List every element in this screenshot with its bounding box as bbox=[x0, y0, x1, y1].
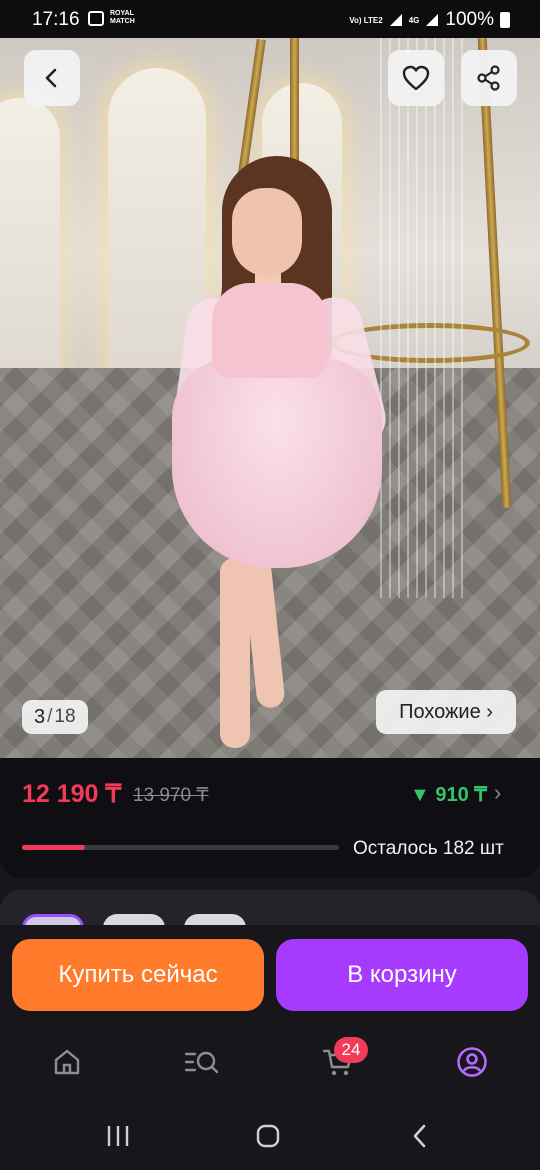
action-bar: Купить сейчас В корзину bbox=[0, 925, 540, 1025]
home-nav-button[interactable] bbox=[238, 1116, 298, 1156]
heart-icon bbox=[402, 65, 430, 91]
recent-apps-icon bbox=[107, 1126, 129, 1146]
image-index: 3 bbox=[34, 705, 46, 728]
tab-catalog[interactable] bbox=[172, 1039, 232, 1085]
back-arrow-icon bbox=[413, 1124, 426, 1148]
add-to-cart-button[interactable]: В корзину bbox=[276, 939, 528, 1011]
chevron-right-icon[interactable]: › bbox=[494, 780, 501, 806]
stock-remaining: Осталось 182 шт bbox=[353, 838, 504, 859]
product-image[interactable]: 3 / 18 Похожие › bbox=[0, 38, 540, 758]
signal-icon-2 bbox=[426, 14, 439, 26]
bottom-tab-bar: 24 bbox=[0, 1025, 540, 1100]
status-time: 17:16 bbox=[32, 9, 80, 30]
model-face bbox=[232, 188, 302, 276]
similar-button[interactable]: Похожие › bbox=[376, 690, 516, 734]
image-counter: 3 / 18 bbox=[22, 700, 88, 734]
profile-icon bbox=[457, 1047, 487, 1077]
system-nav-bar bbox=[0, 1100, 540, 1170]
home-icon bbox=[54, 1049, 80, 1075]
home-circle-icon bbox=[256, 1124, 280, 1148]
tab-profile[interactable] bbox=[442, 1039, 502, 1085]
network-label: Vo) LTE2 bbox=[349, 15, 383, 25]
recent-apps-button[interactable] bbox=[88, 1116, 148, 1156]
current-price: 12 190 ₸ bbox=[22, 780, 122, 808]
battery-percent: 100% bbox=[445, 9, 494, 30]
tab-home[interactable] bbox=[37, 1039, 97, 1085]
background-arch bbox=[0, 98, 60, 408]
notification-app-icon bbox=[88, 11, 104, 26]
stock-progress bbox=[22, 845, 339, 850]
stock-progress-fill bbox=[22, 845, 86, 850]
favorite-button[interactable] bbox=[388, 50, 444, 106]
status-bar: 17:16 ROYAL MATCH Vo) LTE2 4G 100% bbox=[0, 0, 540, 38]
cart-count-badge: 24 bbox=[334, 1037, 368, 1063]
cashback-badge[interactable]: ▼ 910 ₸ bbox=[410, 782, 487, 807]
notification-app-label: ROYAL MATCH bbox=[110, 10, 135, 25]
bead-strands bbox=[380, 38, 470, 598]
image-separator: / bbox=[47, 706, 53, 727]
status-indicators: Vo) LTE2 4G 100% bbox=[349, 9, 510, 31]
image-total: 18 bbox=[54, 706, 76, 727]
decor-pole bbox=[290, 38, 299, 168]
catalog-search-icon bbox=[184, 1051, 219, 1074]
back-button[interactable] bbox=[24, 50, 80, 106]
share-icon bbox=[477, 65, 500, 91]
buy-now-button[interactable]: Купить сейчас bbox=[12, 939, 264, 1011]
share-button[interactable] bbox=[461, 50, 517, 106]
back-nav-button[interactable] bbox=[390, 1116, 450, 1156]
price-card: 12 190 ₸ 13 970 ₸ ▼ 910 ₸ › Осталось 182… bbox=[0, 758, 540, 878]
chevron-left-icon bbox=[45, 68, 57, 88]
old-price: 13 970 ₸ bbox=[133, 785, 209, 806]
signal-icon bbox=[389, 14, 402, 26]
dress-bodice bbox=[212, 283, 328, 378]
dress-skirt bbox=[172, 358, 382, 568]
battery-icon bbox=[500, 12, 510, 28]
network-type: 4G bbox=[408, 15, 420, 25]
